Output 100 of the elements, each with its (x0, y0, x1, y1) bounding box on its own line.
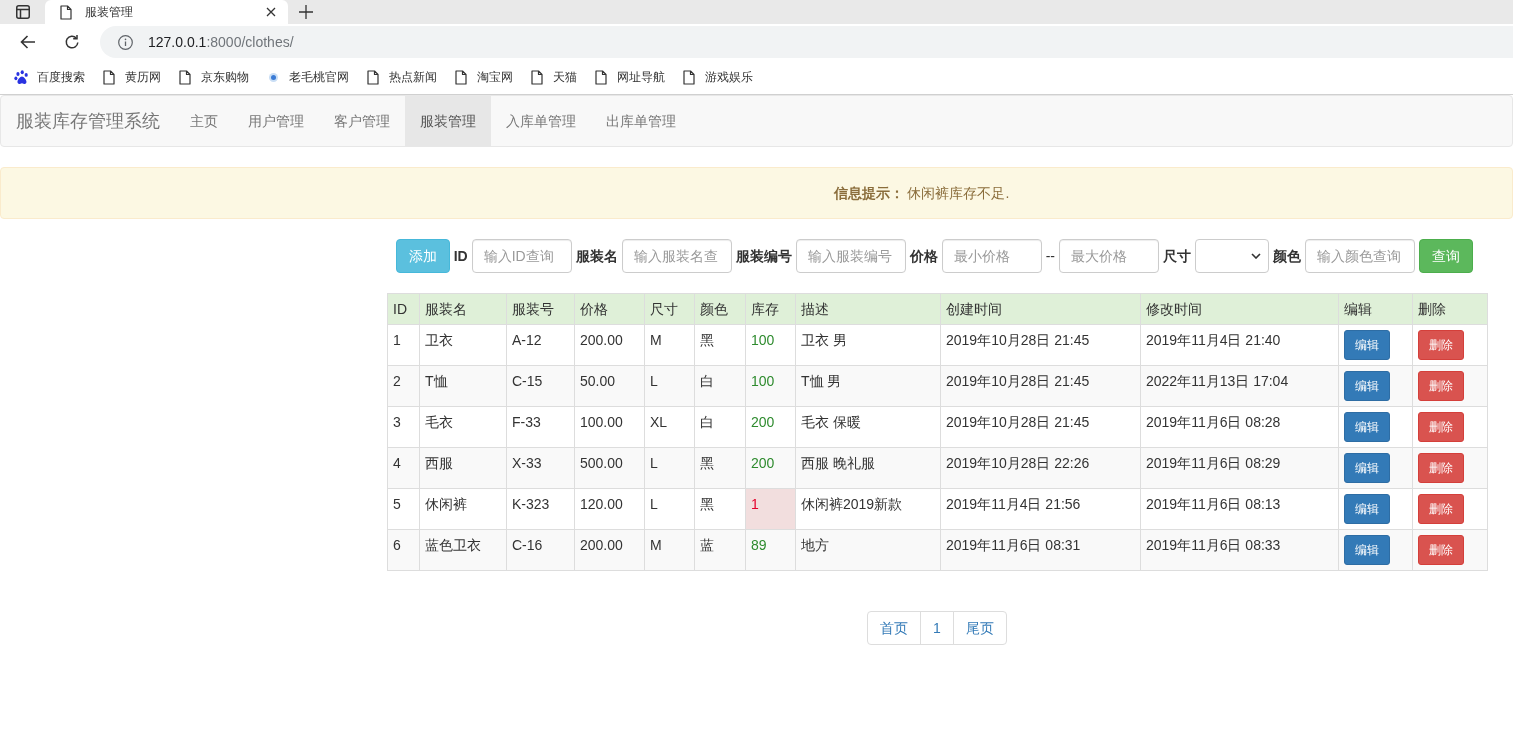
table-cell: 白 (694, 365, 746, 407)
table-cell: F-33 (506, 406, 575, 448)
search-field[interactable]: 输入ID查询 (471, 239, 572, 273)
stock-cell: 200 (745, 447, 796, 489)
delete-button[interactable]: 删除 (1418, 535, 1464, 565)
paw-icon (13, 69, 29, 85)
table-cell: 5 (387, 488, 420, 530)
nav-link[interactable]: 客户管理 (319, 96, 405, 146)
pagination-link[interactable]: 尾页 (952, 611, 1007, 645)
table-cell: C-15 (506, 365, 575, 407)
field-label: ID (453, 247, 468, 266)
search-field[interactable]: 输入服装名查 (621, 239, 732, 273)
close-icon[interactable] (266, 7, 276, 17)
nav-link[interactable]: 主页 (175, 96, 233, 146)
delete-button[interactable]: 删除 (1418, 494, 1464, 524)
edit-button[interactable]: 编辑 (1344, 453, 1390, 483)
table-cell: 2019年10月28日 21:45 (940, 365, 1141, 407)
table-cell: 2 (387, 365, 420, 407)
bookmark[interactable]: 游戏娱乐 (673, 69, 761, 85)
table-cell: 4 (387, 447, 420, 489)
pagination-link[interactable]: 1 (920, 611, 954, 645)
bookmark[interactable]: 热点新闻 (357, 69, 445, 85)
nav-link[interactable]: 入库单管理 (491, 96, 591, 146)
stock-cell: 1 (745, 488, 796, 530)
table-cell: 2019年11月6日 08:33 (1140, 529, 1339, 571)
table-cell: 2019年10月28日 21:45 (940, 406, 1141, 448)
browser-tab[interactable]: 服装管理 (45, 0, 288, 24)
table-cell: 西服 晚礼服 (795, 447, 941, 489)
edit-button[interactable]: 编辑 (1344, 371, 1390, 401)
brand-title[interactable]: 服装库存管理系统 (1, 111, 175, 131)
table-cell: 2019年11月4日 21:40 (1140, 324, 1339, 366)
table-cell: 1 (387, 324, 420, 366)
bookmark[interactable]: 天猫 (521, 69, 585, 85)
table-cell: 休闲裤 (419, 488, 507, 530)
back-arrow-icon[interactable] (20, 35, 36, 49)
delete-button[interactable]: 删除 (1418, 330, 1464, 360)
delete-button[interactable]: 删除 (1418, 453, 1464, 483)
field-label: 颜色 (1273, 247, 1301, 266)
bookmark[interactable]: 京东购物 (169, 69, 257, 85)
pagination-link[interactable]: 首页 (867, 611, 922, 645)
edit-button[interactable]: 编辑 (1344, 412, 1390, 442)
table-cell: 黑 (694, 488, 746, 530)
tab-title: 服装管理 (85, 4, 134, 20)
query-button[interactable]: 查询 (1419, 239, 1473, 273)
table-cell: C-16 (506, 529, 575, 571)
table-cell: 100.00 (574, 406, 645, 448)
column-header: 尺寸 (644, 293, 695, 325)
globe-dot-icon (268, 72, 278, 82)
table-cell: 2022年11月13日 17:04 (1140, 365, 1339, 407)
table-cell: 2019年11月6日 08:31 (940, 529, 1141, 571)
table-cell: 120.00 (574, 488, 645, 530)
table-cell: L (644, 365, 695, 407)
edit-button[interactable]: 编辑 (1344, 330, 1390, 360)
search-field[interactable]: 最大价格 (1059, 239, 1159, 273)
table-cell: M (644, 529, 695, 571)
table-cell: 白 (694, 406, 746, 448)
stock-cell: 200 (745, 406, 796, 448)
address-bar[interactable]: 127.0.0.1:8000/clothes/ (100, 26, 1513, 58)
range-separator: -- (1045, 247, 1055, 266)
column-header: 描述 (795, 293, 941, 325)
column-header: 创建时间 (940, 293, 1141, 325)
info-icon[interactable] (118, 34, 133, 50)
table-cell: L (644, 488, 695, 530)
table-cell: T恤 (419, 365, 507, 407)
nav-link[interactable]: 服装管理 (405, 96, 491, 146)
sidebar-layout-icon[interactable] (15, 5, 30, 19)
delete-button[interactable]: 删除 (1418, 412, 1464, 442)
table-cell: 200.00 (574, 529, 645, 571)
table-cell: T恤 男 (795, 365, 941, 407)
page-icon (455, 69, 467, 85)
bookmark[interactable]: 老毛桃官网 (257, 69, 357, 85)
chevron-down-icon (1251, 253, 1261, 259)
page-icon (367, 69, 379, 85)
column-header: 颜色 (694, 293, 746, 325)
table-cell: 蓝 (694, 529, 746, 571)
stock-cell: 100 (745, 324, 796, 366)
bookmark[interactable]: 百度搜索 (5, 69, 93, 85)
column-header: 删除 (1412, 293, 1488, 325)
nav-link[interactable]: 出库单管理 (591, 96, 691, 146)
page-icon (103, 69, 115, 85)
edit-button[interactable]: 编辑 (1344, 535, 1390, 565)
bookmark[interactable]: 淘宝网 (445, 69, 521, 85)
table-cell: X-33 (506, 447, 575, 489)
plus-icon[interactable] (299, 5, 313, 19)
search-field[interactable]: 输入颜色查询 (1305, 239, 1415, 273)
search-field[interactable]: 最小价格 (941, 239, 1042, 273)
table-cell: A-12 (506, 324, 575, 366)
reload-icon[interactable] (64, 34, 80, 50)
search-field[interactable]: 输入服装编号 (795, 239, 906, 273)
edit-button[interactable]: 编辑 (1344, 494, 1390, 524)
table-cell: 2019年11月6日 08:13 (1140, 488, 1339, 530)
bookmark[interactable]: 黄历网 (93, 69, 169, 85)
delete-button[interactable]: 删除 (1418, 371, 1464, 401)
table-cell: 地方 (795, 529, 941, 571)
table-cell: 200.00 (574, 324, 645, 366)
page-icon (595, 69, 607, 85)
nav-link[interactable]: 用户管理 (233, 96, 319, 146)
stock-cell: 100 (745, 365, 796, 407)
table-cell: 黑 (694, 324, 746, 366)
bookmark[interactable]: 网址导航 (585, 69, 673, 85)
